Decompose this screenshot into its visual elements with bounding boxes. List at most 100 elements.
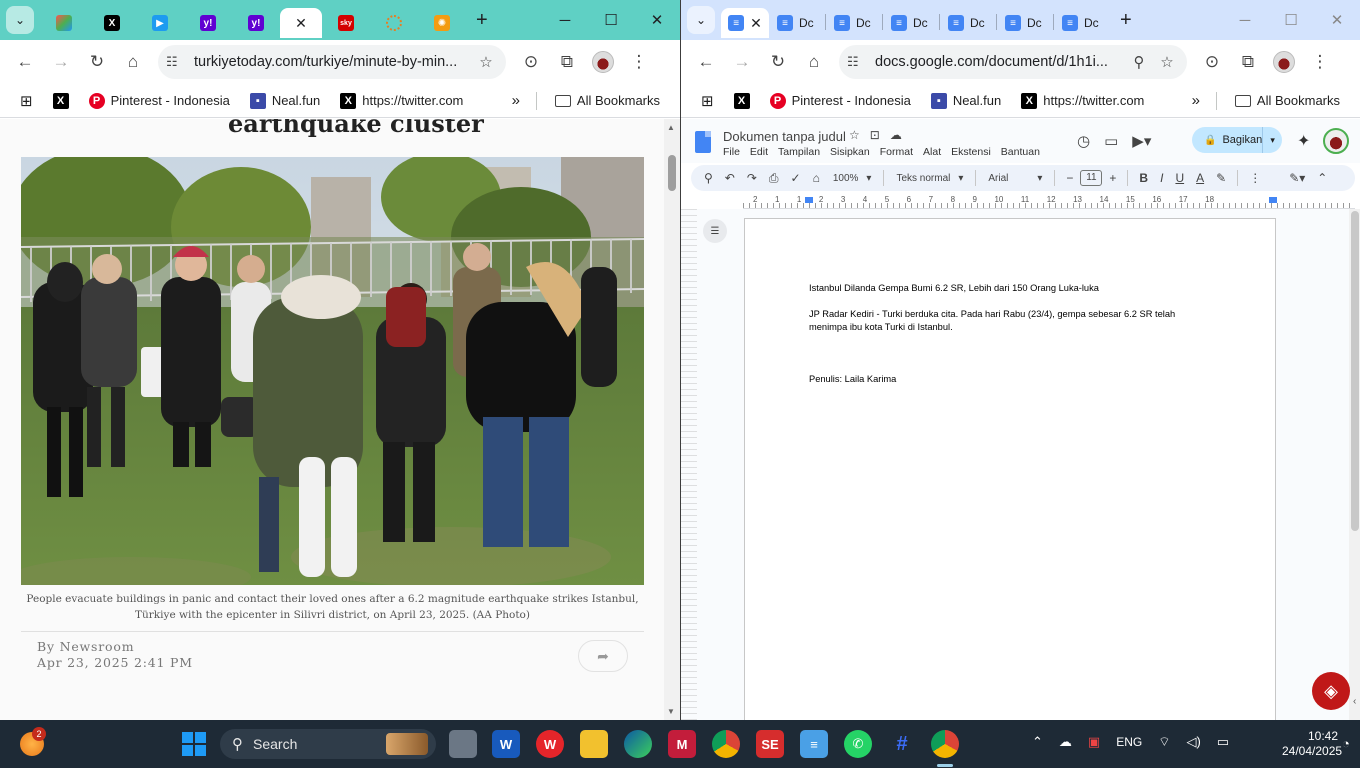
battery-icon[interactable]: ▭ xyxy=(1217,734,1229,750)
tab-doc-5[interactable]: ≡ Dc xyxy=(940,8,996,38)
tab-2[interactable]: X xyxy=(88,8,136,38)
bold-icon[interactable]: B xyxy=(1134,171,1153,185)
doc-paragraph-line[interactable]: JP Radar Kediri - Turki berduka cita. Pa… xyxy=(809,308,1175,321)
wps-office-icon[interactable]: W xyxy=(536,730,564,758)
menu-view[interactable]: Tampilan xyxy=(778,146,820,158)
new-tab-button[interactable]: + xyxy=(1120,9,1132,32)
se-app-icon[interactable]: SE xyxy=(756,730,784,758)
tab-1[interactable] xyxy=(40,8,88,38)
site-info-icon[interactable]: ☷ xyxy=(847,54,869,70)
reload-icon[interactable]: ↻ xyxy=(80,45,114,79)
gemini-sparkle-icon[interactable]: ✦ xyxy=(1297,131,1310,151)
back-icon[interactable]: ← xyxy=(689,45,723,79)
task-view-icon[interactable] xyxy=(449,730,477,758)
comment-icon[interactable]: ▭ xyxy=(1104,132,1118,150)
back-icon[interactable]: ← xyxy=(8,45,42,79)
text-color-icon[interactable]: A xyxy=(1191,171,1209,185)
tab-4[interactable]: y! xyxy=(184,8,232,38)
doc-paragraph-line[interactable]: menimpa ibu kota Turki di Istanbul. xyxy=(809,321,953,334)
tray-app-icon[interactable]: ▣ xyxy=(1088,734,1100,750)
onedrive-cloud-icon[interactable]: ☁ xyxy=(1059,734,1072,750)
forward-icon[interactable]: → xyxy=(44,45,78,79)
close-window-icon[interactable]: ✕ xyxy=(1314,0,1360,40)
close-window-icon[interactable]: ✕ xyxy=(634,0,680,40)
history-icon[interactable]: ◷ xyxy=(1077,132,1090,150)
maximize-icon[interactable]: ☐ xyxy=(1268,0,1314,40)
underline-icon[interactable]: U xyxy=(1170,171,1189,185)
zoom-select[interactable]: 100% ▾ xyxy=(827,173,878,184)
share-button[interactable]: 🔒 Bagikan ▾ xyxy=(1192,127,1282,153)
bookmark-pinterest[interactable]: P Pinterest - Indonesia xyxy=(81,87,238,115)
notepad-icon[interactable]: ≡ xyxy=(800,730,828,758)
bookmark-star-icon[interactable]: ☆ xyxy=(1153,53,1181,71)
lightbulb-icon[interactable]: ⊙ xyxy=(514,45,548,79)
menu-insert[interactable]: Sisipkan xyxy=(830,146,870,158)
wifi-icon[interactable]: ⌔ xyxy=(1158,734,1170,750)
extensions-icon[interactable]: ⧉ xyxy=(1231,45,1265,79)
edge-icon[interactable] xyxy=(624,730,652,758)
avatar[interactable] xyxy=(1323,128,1349,154)
horizontal-ruler[interactable]: 2 1 1 2 3 4 5 6 7 8 9 10 11 12 13 14 15 … xyxy=(743,195,1355,209)
share-button[interactable]: ➦ xyxy=(578,640,628,672)
bookmark-star-icon[interactable]: ☆ xyxy=(472,53,500,71)
menu-format[interactable]: Format xyxy=(880,146,913,158)
bookmark-nealfun[interactable]: ▪ Neal.fun xyxy=(242,87,328,115)
scroll-up-icon[interactable]: ▲ xyxy=(667,123,675,132)
tab-doc-3[interactable]: ≡ Dc xyxy=(826,8,882,38)
reload-icon[interactable]: ↻ xyxy=(761,45,795,79)
tab-search-button[interactable]: ⌄ xyxy=(687,6,715,34)
chrome-icon[interactable] xyxy=(712,730,740,758)
zoom-icon[interactable]: ⚲ xyxy=(1125,53,1153,71)
undo-icon[interactable]: ↶ xyxy=(720,171,740,185)
more-bookmarks-icon[interactable]: » xyxy=(1186,92,1206,109)
tab-9[interactable]: ✺ xyxy=(418,8,466,38)
scrollbar[interactable]: ▲ ▼ xyxy=(664,119,680,720)
menu-tools[interactable]: Alat xyxy=(923,146,941,158)
tab-8[interactable] xyxy=(370,8,418,38)
address-bar[interactable]: ☷ docs.google.com/document/d/1h1i... ⚲ ☆ xyxy=(839,45,1187,79)
star-icon[interactable]: ☆ xyxy=(849,128,870,142)
whatsapp-icon[interactable]: ✆ xyxy=(844,730,872,758)
tab-3[interactable]: ▶ xyxy=(136,8,184,38)
tab-search-button[interactable]: ⌄ xyxy=(6,6,34,34)
spellcheck-icon[interactable]: ✓ xyxy=(786,171,806,185)
mcafee-shield-icon[interactable]: ◈ xyxy=(1312,672,1350,710)
address-bar[interactable]: ☷ turkiyetoday.com/turkiye/minute-by-min… xyxy=(158,45,506,79)
forward-icon[interactable]: → xyxy=(725,45,759,79)
minimize-icon[interactable]: ─ xyxy=(1222,0,1268,40)
menu-edit[interactable]: Edit xyxy=(750,146,768,158)
tab-doc-6[interactable]: ≡ Dc xyxy=(997,8,1053,38)
vertical-ruler[interactable] xyxy=(681,209,697,720)
all-bookmarks-button[interactable]: All Bookmarks xyxy=(1227,87,1348,115)
close-icon[interactable]: ✕ xyxy=(750,15,762,32)
menu-kebab-icon[interactable]: ⋮ xyxy=(1303,45,1337,79)
document-page[interactable]: Istanbul Dilanda Gempa Bumi 6.2 SR, Lebi… xyxy=(744,218,1276,720)
bookmark-x[interactable]: X xyxy=(726,87,758,115)
bookmark-twitter[interactable]: Xhttps://twitter.com xyxy=(1013,87,1152,115)
profile-avatar[interactable] xyxy=(1267,45,1301,79)
chevron-up-icon[interactable]: ⌃ xyxy=(1032,734,1043,750)
paint-format-icon[interactable]: ⌂ xyxy=(808,171,825,185)
meet-video-icon[interactable]: ▶▾ xyxy=(1132,132,1151,150)
italic-icon[interactable]: I xyxy=(1155,171,1168,185)
document-outline-icon[interactable]: ☰ xyxy=(703,219,727,243)
editing-mode-icon[interactable]: ✎▾ xyxy=(1284,171,1310,185)
document-title[interactable]: Dokumen tanpa judul xyxy=(723,129,846,144)
profile-avatar[interactable] xyxy=(586,45,620,79)
menu-file[interactable]: File xyxy=(723,146,740,158)
lightbulb-icon[interactable]: ⊙ xyxy=(1195,45,1229,79)
style-select[interactable]: Teks normal ▾ xyxy=(890,173,969,184)
scrollbar[interactable] xyxy=(1349,209,1360,720)
more-tools-icon[interactable]: ⋮ xyxy=(1244,171,1266,185)
notification-bell-icon[interactable]: ◔ xyxy=(1342,736,1350,751)
font-size-input[interactable]: 11 xyxy=(1080,170,1103,186)
tab-7[interactable]: sky xyxy=(322,8,370,38)
font-select[interactable]: Arial ▾ xyxy=(982,173,1048,184)
home-icon[interactable]: ⌂ xyxy=(116,45,150,79)
tab-5[interactable]: y! xyxy=(232,8,280,38)
menu-help[interactable]: Bantuan xyxy=(1001,146,1040,158)
url-text[interactable]: docs.google.com/document/d/1h1i... xyxy=(869,54,1125,70)
maximize-icon[interactable]: ☐ xyxy=(588,0,634,40)
url-text[interactable]: turkiyetoday.com/turkiye/minute-by-min..… xyxy=(188,54,472,70)
windows-start-icon[interactable] xyxy=(182,732,206,756)
